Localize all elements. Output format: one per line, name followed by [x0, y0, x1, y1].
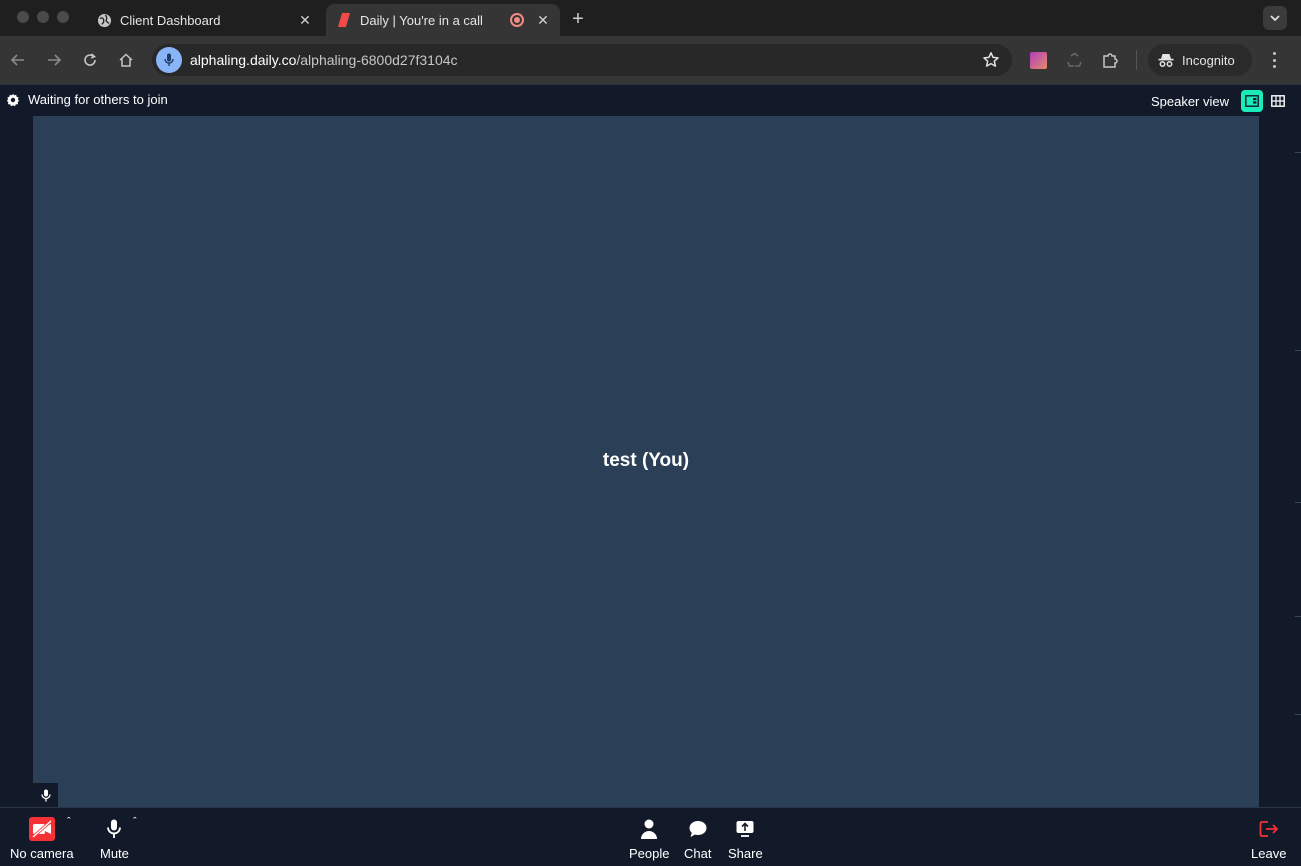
- microphone-icon: [107, 816, 122, 842]
- divider: [1295, 502, 1301, 503]
- forward-button[interactable]: [42, 48, 66, 72]
- window-minimize-button[interactable]: [37, 11, 49, 23]
- new-tab-button[interactable]: +: [566, 7, 590, 31]
- divider: [1295, 152, 1301, 153]
- person-icon: [640, 816, 658, 842]
- divider: [1295, 350, 1301, 351]
- window-close-button[interactable]: [17, 11, 29, 23]
- call-status: Waiting for others to join: [6, 92, 168, 107]
- divider: [1295, 714, 1301, 715]
- status-text: Waiting for others to join: [28, 92, 168, 107]
- grid-view-button[interactable]: [1267, 90, 1289, 112]
- people-label: People: [629, 846, 670, 861]
- back-button[interactable]: [6, 48, 30, 72]
- gear-icon[interactable]: [6, 93, 20, 107]
- speaker-view-button[interactable]: [1241, 90, 1263, 112]
- camera-label: No camera: [10, 846, 74, 861]
- arrow-right-icon: [48, 54, 62, 66]
- leave-button[interactable]: Leave: [1251, 816, 1286, 861]
- reload-icon: [84, 53, 96, 66]
- camera-off-icon: [28, 816, 55, 842]
- address-bar[interactable]: alphaling.daily.co/alphaling-6800d27f310…: [152, 44, 1012, 76]
- leave-label: Leave: [1251, 846, 1287, 861]
- tab-title: Client Dashboard: [120, 12, 221, 28]
- home-button[interactable]: [114, 48, 138, 72]
- tab-title: Daily | You're in a call: [360, 12, 483, 28]
- recycle-icon[interactable]: [1065, 51, 1083, 69]
- home-icon: [119, 53, 133, 67]
- mute-button[interactable]: Mute: [100, 816, 129, 861]
- browser-tab-bar: Client Dashboard ✕ Daily | You're in a c…: [0, 0, 1301, 36]
- chat-label: Chat: [684, 846, 712, 861]
- call-tray: No camera ˆ Mute ˆ People Chat Share Lea…: [0, 807, 1301, 866]
- view-controls: Speaker view: [1151, 90, 1289, 112]
- people-button[interactable]: People: [629, 816, 669, 861]
- divider: [1295, 616, 1301, 617]
- incognito-badge[interactable]: Incognito: [1148, 44, 1252, 76]
- incognito-label: Incognito: [1182, 52, 1235, 68]
- view-label: Speaker view: [1150, 93, 1229, 109]
- grid-view-icon: [1271, 95, 1285, 107]
- tab-daily-call[interactable]: Daily | You're in a call ✕: [326, 4, 560, 36]
- tab-client-dashboard[interactable]: Client Dashboard ✕: [86, 4, 322, 36]
- chat-button[interactable]: Chat: [684, 816, 711, 861]
- url-path: /alphaling-6800d27f3104c: [296, 52, 458, 68]
- tab-search-button[interactable]: [1263, 6, 1287, 30]
- window-zoom-button[interactable]: [57, 11, 69, 23]
- participant-tile[interactable]: test (You): [33, 116, 1259, 807]
- puzzle-icon[interactable]: [1101, 51, 1119, 69]
- share-button[interactable]: Share: [728, 816, 763, 861]
- recording-icon: [510, 13, 524, 27]
- url-text: alphaling.daily.co/alphaling-6800d27f310…: [190, 52, 458, 68]
- mute-label: Mute: [100, 846, 129, 861]
- video-stage: test (You): [0, 116, 1301, 807]
- incognito-icon: [1158, 54, 1174, 67]
- camera-options-chevron-icon[interactable]: ˆ: [67, 816, 71, 828]
- call-header: Waiting for others to join Speaker view: [0, 84, 1301, 116]
- reload-button[interactable]: [78, 48, 102, 72]
- url-host: alphaling.daily.co: [190, 52, 297, 68]
- arrow-left-icon: [10, 54, 24, 66]
- close-tab-icon[interactable]: ✕: [294, 9, 316, 31]
- chat-bubble-icon: [689, 816, 707, 842]
- browser-toolbar: alphaling.daily.co/alphaling-6800d27f310…: [0, 36, 1301, 84]
- participant-name: test (You): [602, 450, 690, 471]
- microphone-icon[interactable]: [156, 47, 182, 73]
- chevron-down-icon: [1270, 15, 1280, 22]
- tile-mic-indicator: [33, 783, 58, 807]
- leave-icon: [1259, 816, 1279, 842]
- speaker-view-icon: [1245, 95, 1259, 107]
- close-tab-icon[interactable]: ✕: [532, 9, 554, 31]
- toolbar-divider: [1136, 50, 1137, 70]
- screen-share-icon: [736, 816, 754, 842]
- mic-options-chevron-icon[interactable]: ˆ: [133, 816, 137, 828]
- camera-button[interactable]: No camera: [10, 816, 74, 861]
- microphone-icon: [40, 789, 51, 801]
- more-menu-icon[interactable]: [1265, 50, 1283, 70]
- extension-icon[interactable]: [1029, 51, 1047, 69]
- globe-icon: [96, 12, 112, 28]
- share-label: Share: [728, 846, 763, 861]
- daily-logo-icon: [336, 12, 352, 28]
- bookmark-star-icon[interactable]: [982, 51, 1000, 74]
